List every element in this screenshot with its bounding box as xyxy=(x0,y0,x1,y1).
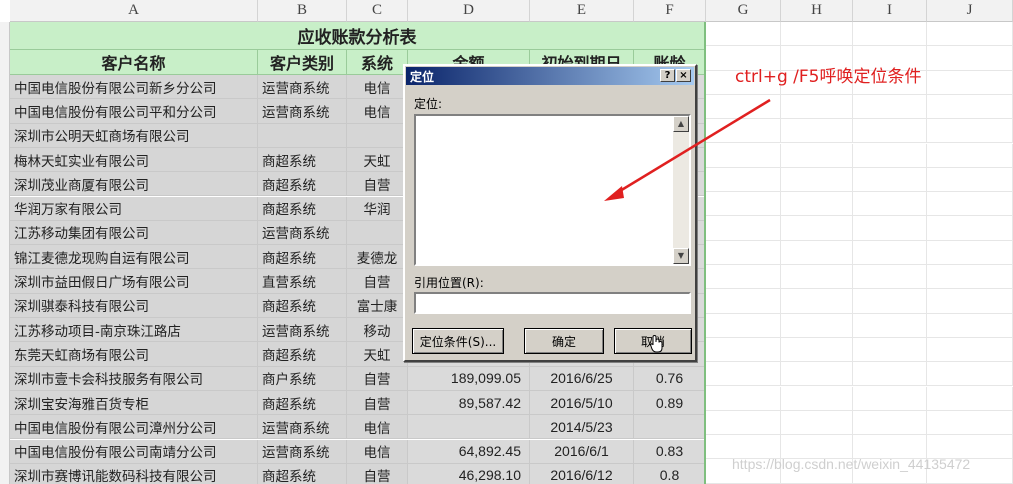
annotation-text: ctrl+g /F5呼唤定位条件 xyxy=(735,67,922,87)
watermark-text: https://blog.csdn.net/weixin_44135472 xyxy=(732,456,971,472)
arrow-head-icon xyxy=(604,186,624,201)
